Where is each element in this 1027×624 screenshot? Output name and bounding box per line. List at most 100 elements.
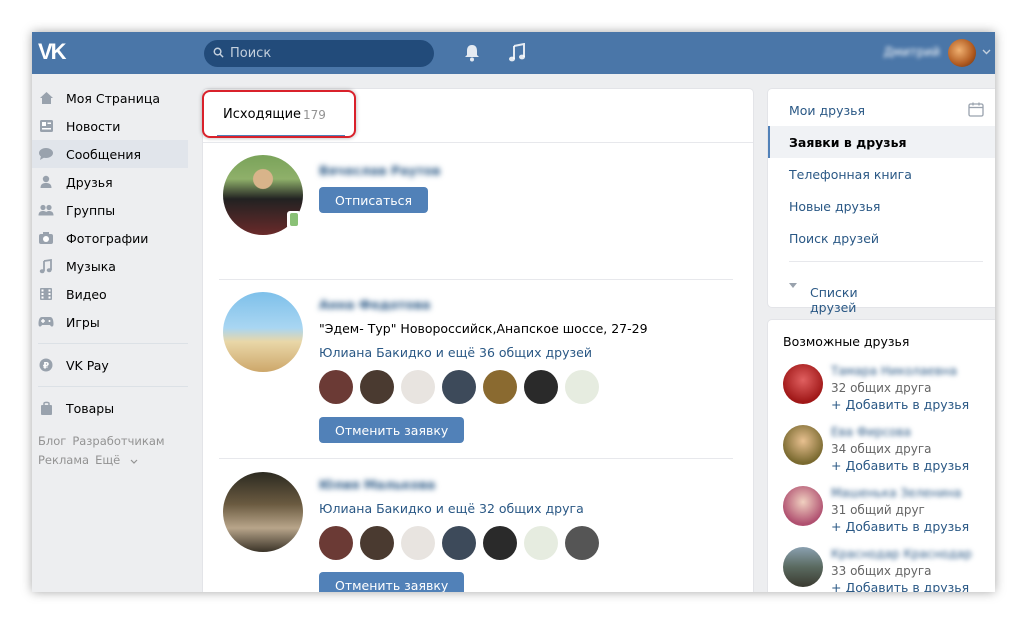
groups-icon: [38, 204, 54, 216]
avatar[interactable]: [783, 547, 823, 587]
name-text: Вячеслав Раутов: [319, 163, 441, 178]
footer-link-blog[interactable]: Блог: [38, 434, 66, 448]
video-icon: [40, 288, 52, 300]
browser-frame: VK Дмитрий Моя Страница: [32, 32, 995, 592]
mutual-friends-link[interactable]: Юлиана Бакидко и ещё 36 общих друзей: [319, 345, 592, 360]
sidebar-item-label: VK Pay: [66, 357, 109, 373]
home-icon: [39, 92, 53, 104]
menu-item-new-friends[interactable]: Новые друзья: [768, 190, 995, 222]
sidebar-item-label: Новости: [66, 118, 121, 134]
vkpay-icon: ₽: [39, 358, 53, 372]
suggestion-item: Машенька Зеленина 31 общий друг + Добави…: [783, 486, 993, 538]
nav-footer: Блог Разработчикам Реклама Ещё: [38, 432, 188, 470]
music-icon[interactable]: [508, 43, 526, 63]
suggestion-name[interactable]: Ева Фирсова: [831, 425, 911, 439]
sidebar-item-groups[interactable]: Группы: [32, 196, 188, 224]
messages-icon: [39, 148, 53, 160]
nav-divider: [38, 343, 188, 344]
avatar[interactable]: [483, 370, 517, 404]
avatar[interactable]: [360, 370, 394, 404]
avatar[interactable]: [524, 526, 558, 560]
requests-panel: Исходящие 179 Вячеслав Раутов Отписаться…: [202, 89, 753, 592]
divider: [219, 458, 733, 459]
avatar[interactable]: [565, 526, 599, 560]
avatar[interactable]: [401, 526, 435, 560]
suggestion-name[interactable]: Краснодар Краснодар: [831, 547, 972, 561]
avatar[interactable]: [524, 370, 558, 404]
cancel-request-button[interactable]: Отменить заявку: [319, 572, 465, 592]
avatar[interactable]: [360, 526, 394, 560]
sidebar-item-label: Моя Страница: [66, 90, 160, 106]
avatar[interactable]: [565, 370, 599, 404]
calendar-icon[interactable]: [968, 102, 984, 117]
sidebar-item-news[interactable]: Новости: [32, 112, 188, 140]
search-box[interactable]: [204, 40, 434, 67]
divider: [219, 279, 733, 280]
mobile-online-icon: [287, 211, 301, 229]
footer-link-ads[interactable]: Реклама: [38, 453, 89, 467]
bell-icon[interactable]: [462, 43, 482, 63]
avatar[interactable]: [442, 526, 476, 560]
sidebar-item-friends[interactable]: Друзья: [32, 168, 188, 196]
possible-friends-panel: Возможные друзья Тамара Николаевна 32 об…: [768, 320, 995, 592]
search-input[interactable]: [230, 40, 425, 67]
avatar[interactable]: [783, 425, 823, 465]
sidebar-item-photos[interactable]: Фотографии: [32, 224, 188, 252]
cancel-request-button[interactable]: Отменить заявку: [319, 417, 465, 443]
music-icon: [39, 258, 52, 273]
avatar[interactable]: [319, 526, 353, 560]
menu-item-find-friends[interactable]: Поиск друзей: [768, 222, 995, 254]
sidebar-item-games[interactable]: Игры: [32, 308, 188, 336]
sidebar-item-messages[interactable]: Сообщения: [32, 140, 188, 168]
menu-label: Телефонная книга: [789, 167, 912, 182]
menu-label: Списки друзей: [789, 276, 858, 315]
footer-link-developers[interactable]: Разработчикам: [72, 434, 164, 448]
menu-item-my-friends[interactable]: Мои друзья: [768, 94, 995, 126]
avatar[interactable]: [783, 364, 823, 404]
sidebar-item-vkpay[interactable]: ₽ VK Pay: [32, 351, 188, 379]
add-friend-link[interactable]: + Добавить в друзья: [831, 519, 969, 534]
sidebar-item-my-page[interactable]: Моя Страница: [32, 84, 188, 112]
sidebar-item-label: Видео: [66, 286, 107, 302]
sidebar-item-music[interactable]: Музыка: [32, 252, 188, 280]
user-name[interactable]: Дмитрий: [882, 45, 940, 59]
suggestion-name[interactable]: Машенька Зеленина: [831, 486, 961, 500]
menu-item-phone-book[interactable]: Телефонная книга: [768, 158, 995, 190]
suggestion-name[interactable]: Тамара Николаевна: [831, 364, 957, 378]
sidebar-item-video[interactable]: Видео: [32, 280, 188, 308]
avatar[interactable]: [483, 526, 517, 560]
mutual-count: 34 общих друга: [831, 442, 932, 456]
avatar[interactable]: [319, 370, 353, 404]
sidebar-item-label: Друзья: [66, 174, 113, 190]
menu-item-friend-lists[interactable]: Списки друзей: [768, 267, 995, 315]
sidebar-item-goods[interactable]: Товары: [32, 394, 188, 422]
request-name[interactable]: Вячеслав Раутов: [319, 163, 440, 178]
mutual-count: 31 общий друг: [831, 503, 925, 517]
add-friend-link[interactable]: + Добавить в друзья: [831, 458, 969, 473]
mutual-friends-link[interactable]: Юлиана Бакидко и ещё 32 общих друга: [319, 501, 584, 516]
lists-label: Списки друзей: [810, 285, 858, 315]
avatar[interactable]: [442, 370, 476, 404]
sidebar-item-label: Сообщения: [66, 146, 142, 162]
vk-logo[interactable]: VK: [38, 41, 72, 63]
section-title: Возможные друзья: [783, 334, 910, 349]
search-icon: [213, 47, 224, 58]
add-friend-link[interactable]: + Добавить в друзья: [831, 397, 969, 412]
footer-link-more[interactable]: Ещё: [95, 453, 138, 467]
avatar[interactable]: [223, 472, 303, 552]
request-name[interactable]: Юлия Малькова: [319, 477, 435, 492]
request-item: Юлия Малькова Юлиана Бакидко и ещё 32 об…: [223, 472, 735, 592]
highlight-box: [202, 90, 356, 138]
mutual-count: 33 общих друга: [831, 564, 932, 578]
avatar[interactable]: [401, 370, 435, 404]
unsubscribe-button[interactable]: Отписаться: [319, 187, 428, 213]
chevron-down-icon[interactable]: [982, 49, 991, 55]
avatar[interactable]: [948, 39, 976, 67]
avatar[interactable]: [223, 292, 303, 372]
avatar[interactable]: [783, 486, 823, 526]
menu-label: Новые друзья: [789, 199, 881, 214]
menu-item-friend-requests[interactable]: Заявки в друзья: [768, 126, 995, 158]
request-name[interactable]: Анна Федотова: [319, 297, 430, 312]
request-item: Вячеслав Раутов Отписаться: [223, 155, 735, 239]
add-friend-link[interactable]: + Добавить в друзья: [831, 580, 969, 592]
